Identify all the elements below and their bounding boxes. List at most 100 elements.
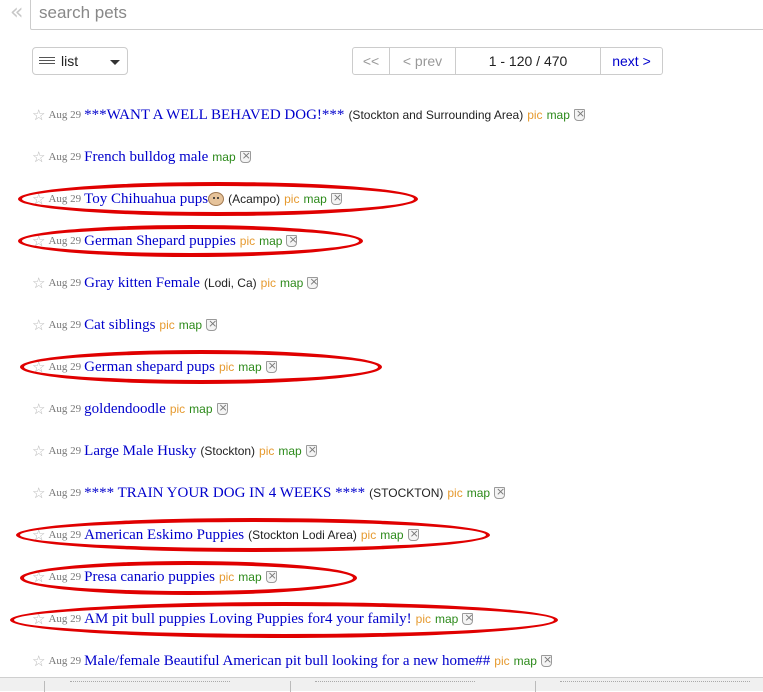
pic-tag: pic <box>239 234 256 248</box>
list-view-icon <box>39 57 55 67</box>
search-box <box>30 0 763 30</box>
hide-posting-icon[interactable] <box>305 443 317 457</box>
hide-posting-icon[interactable] <box>239 149 251 163</box>
listing-title-link[interactable]: **** TRAIN YOUR DOG IN 4 WEEKS **** <box>84 485 365 501</box>
star-icon[interactable]: ☆ <box>32 232 45 250</box>
listing-title-link[interactable]: AM pit bull puppies Loving Puppies for4 … <box>84 611 411 627</box>
listing-title-link[interactable]: French bulldog male <box>84 149 208 165</box>
listing-title-link[interactable]: Toy Chihuahua pups <box>84 191 208 207</box>
listing-list: ☆ Aug 29 ***WANT A WELL BEHAVED DOG!*** (St… <box>0 94 763 682</box>
listing-location: (Stockton and Surrounding Area) <box>348 108 524 122</box>
listing-date: Aug 29 <box>48 529 82 541</box>
star-icon[interactable]: ☆ <box>32 442 45 460</box>
chevron-down-icon <box>110 60 120 65</box>
listing-date: Aug 29 <box>48 655 82 667</box>
star-icon[interactable]: ☆ <box>32 400 45 418</box>
listing-date: Aug 29 <box>48 109 82 121</box>
star-icon[interactable]: ☆ <box>32 190 45 208</box>
hide-posting-icon[interactable] <box>494 485 505 499</box>
listing-date: Aug 29 <box>48 319 82 331</box>
listing-date: Aug 29 <box>48 571 82 583</box>
star-icon[interactable]: ☆ <box>32 148 45 166</box>
search-input[interactable] <box>39 0 639 26</box>
star-icon[interactable]: ☆ <box>32 274 45 292</box>
map-link[interactable]: map <box>467 486 490 500</box>
list-item: ☆ Aug 29 French bulldog male map <box>0 136 763 178</box>
map-link[interactable]: map <box>547 108 570 122</box>
list-item: ☆ Aug 29 German shepard pups pic map <box>0 346 763 388</box>
hide-posting-icon[interactable] <box>540 653 552 667</box>
list-item: ☆ Aug 29 American Eskimo Puppies (Stockton … <box>0 514 763 556</box>
listing-title-link[interactable]: American Eskimo Puppies <box>84 527 244 543</box>
list-item: ☆ Aug 29 Presa canario puppies pic map <box>0 556 763 598</box>
hide-posting-icon[interactable] <box>265 569 277 583</box>
map-link[interactable]: map <box>280 276 303 290</box>
map-link[interactable]: map <box>303 192 326 206</box>
list-item: ☆ Aug 29 AM pit bull puppies Loving Puppie… <box>0 598 763 640</box>
listing-title-link[interactable]: Gray kitten Female <box>84 275 200 291</box>
status-divider <box>535 681 536 692</box>
status-item <box>560 681 750 684</box>
hide-posting-icon[interactable] <box>307 275 319 289</box>
hide-posting-icon[interactable] <box>286 233 298 247</box>
listing-date: Aug 29 <box>48 151 82 163</box>
dog-face-icon <box>208 192 225 206</box>
pic-tag: pic <box>169 402 186 416</box>
first-page-button[interactable]: << <box>353 48 390 74</box>
pic-tag: pic <box>494 654 510 668</box>
star-icon[interactable]: ☆ <box>32 652 45 670</box>
prev-page-button[interactable]: < prev <box>390 48 456 74</box>
map-link[interactable]: map <box>238 570 261 584</box>
hide-posting-icon[interactable] <box>407 527 419 541</box>
map-link[interactable]: map <box>435 612 458 626</box>
star-icon[interactable]: ☆ <box>32 526 45 544</box>
collapse-sidebar-icon[interactable]: « <box>10 2 23 24</box>
map-link[interactable]: map <box>278 444 301 458</box>
search-bar: « <box>0 0 763 34</box>
pic-tag: pic <box>159 318 175 332</box>
listing-date: Aug 29 <box>48 193 82 205</box>
list-item: ☆ Aug 29 German Shepard puppies pic map <box>0 220 763 262</box>
star-icon[interactable]: ☆ <box>32 610 45 628</box>
listing-title-link[interactable]: German shepard pups <box>84 359 215 375</box>
map-link[interactable]: map <box>238 360 261 374</box>
star-icon[interactable]: ☆ <box>32 316 45 334</box>
listing-date: Aug 29 <box>48 277 82 289</box>
hide-posting-icon[interactable] <box>573 107 585 121</box>
map-link[interactable]: map <box>514 654 537 668</box>
next-page-button[interactable]: next > <box>601 48 662 74</box>
map-link[interactable]: map <box>179 318 202 332</box>
hide-posting-icon[interactable] <box>216 401 228 415</box>
listing-title-link[interactable]: goldendoodle <box>84 401 166 417</box>
map-link[interactable]: map <box>380 528 403 542</box>
listing-date: Aug 29 <box>48 361 82 373</box>
pic-tag: pic <box>360 528 377 542</box>
status-divider <box>290 681 291 692</box>
pic-tag: pic <box>447 486 463 500</box>
pagination: << < prev 1 - 120 / 470 next > <box>352 47 663 75</box>
list-item: ☆ Aug 29 Cat siblings pic map <box>0 304 763 346</box>
hide-posting-icon[interactable] <box>462 611 474 625</box>
listing-title-link[interactable]: Male/female Beautiful American pit bull … <box>84 653 490 669</box>
hide-posting-icon[interactable] <box>206 317 217 331</box>
status-divider <box>44 681 45 692</box>
map-link[interactable]: map <box>259 234 282 248</box>
listing-title-link[interactable]: Large Male Husky <box>84 443 196 459</box>
view-mode-label: list <box>61 53 79 69</box>
view-mode-select[interactable]: list <box>32 47 128 75</box>
hide-posting-icon[interactable] <box>265 359 277 373</box>
star-icon[interactable]: ☆ <box>32 484 45 502</box>
listing-title-link[interactable]: Presa canario puppies <box>84 569 215 585</box>
star-icon[interactable]: ☆ <box>32 568 45 586</box>
star-icon[interactable]: ☆ <box>32 358 45 376</box>
list-item: ☆ Aug 29 Toy Chihuahua pups (Acampo) pic map <box>0 178 763 220</box>
map-link[interactable]: map <box>212 150 235 164</box>
listing-title-link[interactable]: Cat siblings <box>84 317 155 333</box>
listing-title-link[interactable]: ***WANT A WELL BEHAVED DOG!*** <box>84 107 344 123</box>
star-icon[interactable]: ☆ <box>32 106 45 124</box>
hide-posting-icon[interactable] <box>330 191 342 205</box>
listing-title-link[interactable]: German Shepard puppies <box>84 233 236 249</box>
listing-location: (STOCKTON) <box>369 486 444 500</box>
listing-date: Aug 29 <box>48 235 82 247</box>
map-link[interactable]: map <box>189 402 212 416</box>
